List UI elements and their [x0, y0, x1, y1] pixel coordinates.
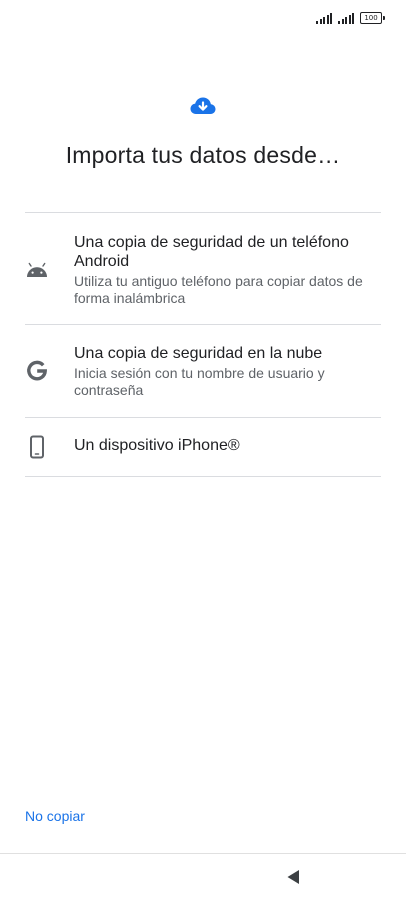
cloud-download-icon: [189, 94, 217, 118]
back-triangle-icon[interactable]: [284, 868, 302, 886]
page-title: Importa tus datos desde…: [65, 142, 341, 168]
status-bar: 100: [0, 0, 406, 40]
smartphone-icon: [25, 435, 49, 459]
option-text: Una copia de seguridad en la nube Inicia…: [74, 344, 381, 399]
option-text: Una copia de seguridad de un teléfono An…: [74, 233, 381, 307]
option-subtitle: Utiliza tu antiguo teléfono para copiar …: [74, 273, 363, 306]
signal-icon: [338, 12, 354, 24]
option-subtitle: Inicia sesión con tu nombre de usuario y…: [74, 365, 325, 398]
google-g-icon: [25, 359, 49, 383]
nav-bar-divider: [0, 853, 406, 854]
skip-button[interactable]: No copiar: [25, 808, 85, 824]
option-text: Un dispositivo iPhone®: [74, 436, 381, 455]
option-android-backup[interactable]: Una copia de seguridad de un teléfono An…: [25, 213, 381, 325]
option-iphone[interactable]: Un dispositivo iPhone®: [25, 418, 381, 477]
option-title: Un dispositivo iPhone®: [74, 437, 240, 454]
option-title: Una copia de seguridad en la nube: [74, 345, 323, 362]
signal-icon: [316, 12, 332, 24]
option-cloud-backup[interactable]: Una copia de seguridad en la nube Inicia…: [25, 325, 381, 418]
import-options-list: Una copia de seguridad de un teléfono An…: [25, 212, 381, 477]
status-icons: 100: [316, 12, 385, 24]
android-icon: [25, 259, 49, 283]
option-title: Una copia de seguridad de un teléfono An…: [74, 234, 349, 270]
battery-icon: 100: [360, 12, 385, 24]
